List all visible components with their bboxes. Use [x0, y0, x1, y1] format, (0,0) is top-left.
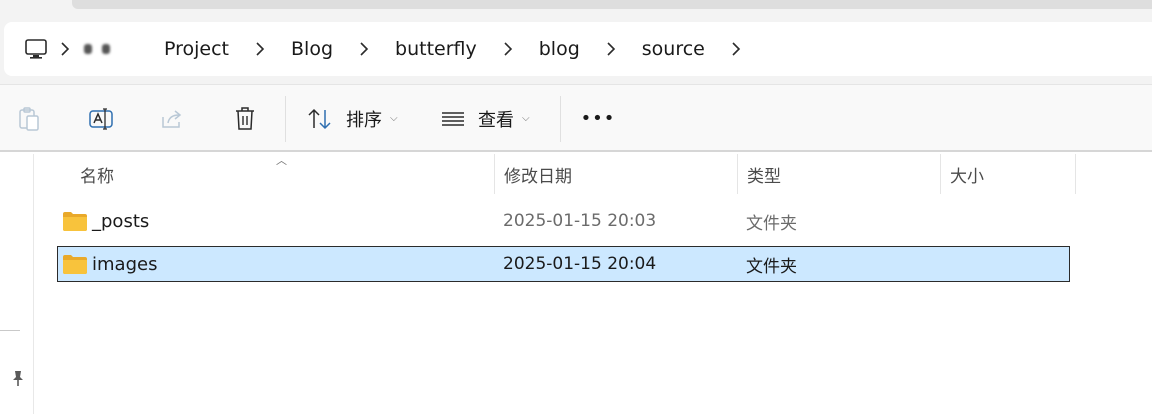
obscured-path-segment[interactable] [84, 39, 136, 59]
chevron-right-icon[interactable] [353, 38, 375, 60]
view-label: 查看 [478, 109, 514, 131]
breadcrumb-item-source[interactable]: source [622, 38, 725, 60]
breadcrumb[interactable]: Project Blog butterfly blog source [4, 22, 1152, 76]
column-header-date[interactable]: 修改日期 [504, 154, 734, 194]
file-name: _posts [92, 210, 150, 232]
breadcrumb-item-blog-sub[interactable]: blog [519, 38, 600, 60]
chevron-down-icon: ⌵ [390, 113, 398, 124]
chevron-right-icon[interactable] [249, 38, 271, 60]
breadcrumb-item-blog[interactable]: Blog [271, 38, 353, 60]
folder-icon [63, 255, 87, 274]
column-divider[interactable] [494, 154, 495, 194]
address-bar: Project Blog butterfly blog source [0, 14, 1152, 84]
folder-icon [63, 212, 87, 231]
nav-divider [0, 330, 20, 331]
sort-label: 排序 [346, 109, 382, 131]
file-name: images [92, 253, 158, 275]
file-type: 文件夹 [746, 256, 797, 277]
rename-icon [89, 107, 113, 130]
column-divider[interactable] [1075, 154, 1076, 194]
command-bar: 排序 ⌵ 查看 ⌵ ••• [0, 85, 1152, 152]
file-row[interactable]: _posts 2025-01-15 20:03 文件夹 [57, 204, 1070, 240]
paste-button[interactable] [10, 85, 48, 152]
chevron-down-icon: ⌵ [522, 113, 530, 124]
tab-strip [0, 0, 1152, 14]
chevron-right-icon[interactable] [497, 38, 519, 60]
file-row-selected[interactable]: images 2025-01-15 20:04 文件夹 [57, 246, 1070, 282]
file-date: 2025-01-15 20:04 [503, 254, 657, 274]
trash-icon [236, 106, 254, 130]
clipboard-icon [19, 106, 39, 131]
column-divider[interactable] [940, 154, 941, 194]
pin-icon[interactable] [8, 368, 28, 388]
more-icon: ••• [580, 108, 616, 129]
column-header-type[interactable]: 类型 [747, 154, 937, 194]
chevron-right-icon[interactable] [54, 38, 76, 60]
view-button[interactable]: 查看 ⌵ [440, 85, 552, 152]
file-date: 2025-01-15 20:03 [503, 211, 657, 231]
column-header-size[interactable]: 大小 [950, 154, 1070, 194]
column-header-name[interactable]: 名称 [80, 154, 490, 194]
share-button[interactable] [154, 85, 192, 152]
more-options-button[interactable]: ••• [578, 85, 618, 152]
column-divider[interactable] [737, 154, 738, 194]
view-list-icon [442, 111, 464, 126]
chevron-right-icon[interactable] [600, 38, 622, 60]
delete-button[interactable] [226, 85, 264, 152]
share-icon [162, 109, 182, 128]
rename-button[interactable] [82, 85, 120, 152]
file-type: 文件夹 [746, 213, 797, 234]
breadcrumb-item-project[interactable]: Project [144, 38, 249, 60]
toolbar-separator [285, 96, 286, 142]
tab-scrollbar[interactable] [72, 0, 1152, 9]
this-pc-icon[interactable] [18, 31, 54, 67]
toolbar-separator [560, 96, 561, 142]
sort-button[interactable]: 排序 ⌵ [306, 85, 416, 152]
chevron-right-icon[interactable] [725, 38, 747, 60]
breadcrumb-item-butterfly[interactable]: butterfly [375, 38, 497, 60]
sort-icon [308, 108, 331, 129]
navigation-pane [0, 154, 34, 414]
